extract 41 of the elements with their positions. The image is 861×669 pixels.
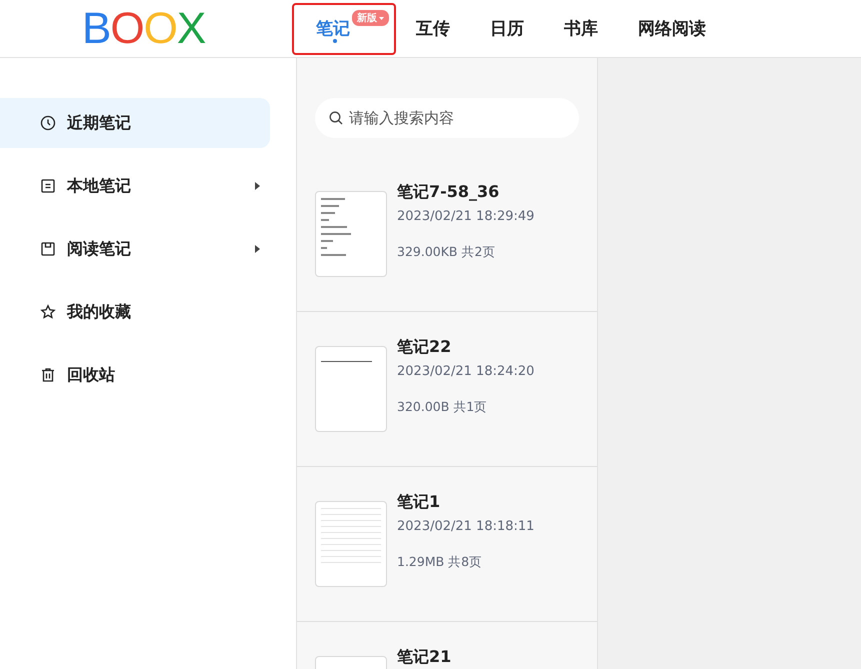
sidebar-item[interactable]: 回收站 <box>0 350 270 400</box>
book-icon <box>40 241 56 257</box>
sidebar-label: 本地笔记 <box>67 176 132 196</box>
logo: BOOX <box>82 6 206 50</box>
active-dot <box>333 39 337 43</box>
note-size: 329.00KB 共2页 <box>397 244 496 261</box>
nav-tab[interactable]: 日历 <box>470 0 544 57</box>
sidebar-label: 阅读笔记 <box>67 238 132 260</box>
nav-tab[interactable]: 网络阅读 <box>618 0 726 57</box>
sidebar-item[interactable]: 近期笔记 <box>0 98 270 148</box>
sidebar-label: 近期笔记 <box>67 112 132 134</box>
nav-tab[interactable]: 互传 <box>396 0 470 57</box>
star-icon <box>40 304 56 320</box>
note-card[interactable]: 笔记21 <box>297 622 597 669</box>
document-icon <box>40 178 56 194</box>
note-card[interactable]: 笔记22 2023/02/21 18:24:20 320.00B 共1页 <box>297 312 597 467</box>
trash-icon <box>40 367 56 383</box>
note-card[interactable]: 笔记7-58_36 2023/02/21 18:29:49 329.00KB 共2页 <box>297 157 597 312</box>
nav-tab[interactable]: 书库 <box>544 0 618 57</box>
note-date: 2023/02/21 18:24:20 <box>397 364 534 379</box>
note-title: 笔记1 <box>397 492 442 511</box>
note-date: 2023/02/21 18:29:49 <box>397 209 534 224</box>
nav-tab[interactable]: 笔记 新版 <box>292 0 396 57</box>
note-size: 1.29MB 共8页 <box>397 554 484 571</box>
sidebar-item[interactable]: 我的收藏 <box>0 287 270 337</box>
note-card[interactable]: 笔记1 2023/02/21 18:18:11 1.29MB 共8页 <box>297 467 597 622</box>
note-title: 笔记7-58_36 <box>397 182 500 201</box>
sidebar-label: 我的收藏 <box>67 302 132 322</box>
caret-icon <box>379 16 384 20</box>
search-field[interactable]: 请输入搜索内容 <box>315 98 579 138</box>
expand-arrow-icon[interactable] <box>255 245 260 253</box>
note-title: 笔记21 <box>397 647 452 666</box>
expand-arrow-icon[interactable] <box>255 182 260 190</box>
note-date: 2023/02/21 18:18:11 <box>397 519 534 534</box>
sidebar-label: 回收站 <box>67 364 116 386</box>
sidebar-item[interactable]: 阅读笔记 <box>0 224 270 274</box>
note-title: 笔记22 <box>397 337 452 356</box>
sidebar-item[interactable]: 本地笔记 <box>0 161 270 211</box>
search-icon <box>329 111 343 125</box>
clock-icon <box>40 115 56 131</box>
note-size: 320.00B 共1页 <box>397 399 488 416</box>
